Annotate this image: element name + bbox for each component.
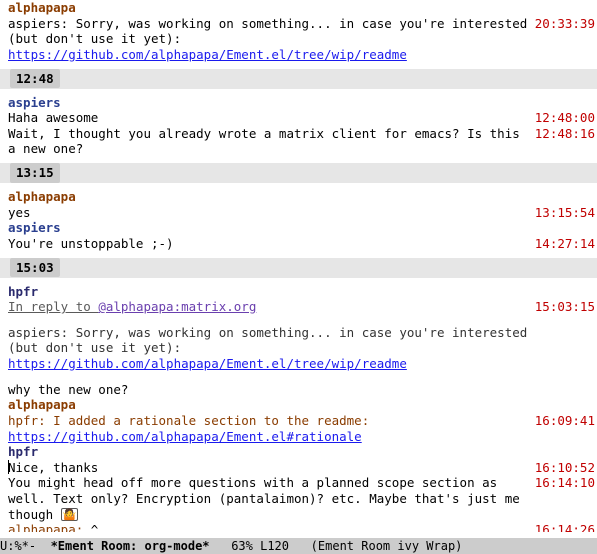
link-url[interactable]: https://github.com/alphapapa/Ement.el/tr… [8, 47, 407, 62]
message: alphapapa aspiers: Sorry, was working on… [0, 0, 597, 63]
sender-hpfr: hpfr [0, 284, 597, 300]
time-divider: 13:15 [0, 163, 597, 183]
mxid-link[interactable]: @alphapapa:matrix.org [98, 299, 256, 314]
timestamp: 12:48:00 [532, 110, 597, 126]
shrug-icon: 🤷 [61, 508, 79, 521]
link-url[interactable]: https://github.com/alphapapa/Ement.el/tr… [8, 356, 407, 371]
message: hpfr Nice, thanks 16:10:52 [0, 444, 597, 475]
message-body: alphapapa: ^ [0, 522, 532, 532]
mode-line-position: 63% L120 (Ement Room ivy Wrap) [210, 539, 463, 553]
timestamp: 13:15:54 [532, 205, 597, 221]
message-body: You might head off more questions with a… [0, 475, 532, 522]
in-reply-to-link[interactable]: In reply to [8, 299, 98, 314]
quoted-text: aspiers: Sorry, was working on something… [0, 325, 532, 372]
message: alphapapa yes 13:15:54 [0, 189, 597, 220]
message-body: Nice, thanks [0, 460, 532, 476]
timestamp: 16:14:10 [532, 475, 597, 491]
timestamp: 12:48:16 [532, 126, 597, 142]
message: Wait, I thought you already wrote a matr… [0, 126, 597, 157]
link-url[interactable]: https://github.com/alphapapa/Ement.el#ra… [8, 429, 362, 444]
sender-aspiers: aspiers [0, 220, 597, 236]
sender-alphapapa: alphapapa [0, 397, 597, 413]
mode-line-coding: U:%*- [0, 539, 43, 553]
timestamp: 16:10:52 [532, 460, 597, 476]
sender-aspiers: aspiers [0, 95, 597, 111]
time-divider: 15:03 [0, 258, 597, 278]
sender-alphapapa: alphapapa [0, 189, 597, 205]
message: You might head off more questions with a… [0, 475, 597, 522]
message-body: yes [0, 205, 532, 221]
divider-label: 15:03 [10, 258, 60, 278]
timestamp: 16:09:41 [532, 413, 597, 429]
timestamp: 14:27:14 [532, 236, 597, 252]
message: alphapapa hpfr: I added a rationale sect… [0, 397, 597, 444]
message-body: You're unstoppable ;-) [0, 236, 532, 252]
message: hpfr In reply to @alphapapa:matrix.org 1… [0, 284, 597, 398]
divider-label: 13:15 [10, 163, 60, 183]
divider-label: 12:48 [10, 69, 60, 89]
sender-alphapapa: alphapapa [0, 0, 597, 16]
time-divider: 12:48 [0, 69, 597, 89]
room-buffer[interactable]: alphapapa aspiers: Sorry, was working on… [0, 0, 597, 538]
message-body: aspiers: Sorry, was working on something… [0, 16, 532, 63]
sender-hpfr: hpfr [0, 444, 597, 460]
message: aspiers Haha awesome 12:48:00 [0, 95, 597, 126]
timestamp: 16:14:26 [532, 522, 597, 532]
message: alphapapa: ^ 16:14:26 [0, 522, 597, 532]
message-body: Haha awesome [0, 110, 532, 126]
message-body: why the new one? [0, 382, 532, 398]
message-body: Wait, I thought you already wrote a matr… [0, 126, 532, 157]
timestamp: 15:03:15 [532, 299, 597, 315]
message-body: hpfr: I added a rationale section to the… [0, 413, 532, 444]
reply-header: In reply to @alphapapa:matrix.org [0, 299, 532, 315]
timestamp: 20:33:39 [532, 16, 597, 32]
mode-line: U:%*- *Ement Room: org-mode* 63% L120 (E… [0, 538, 597, 554]
message: aspiers You're unstoppable ;-) 14:27:14 [0, 220, 597, 251]
buffer-name: *Ement Room: org-mode* [43, 539, 209, 553]
